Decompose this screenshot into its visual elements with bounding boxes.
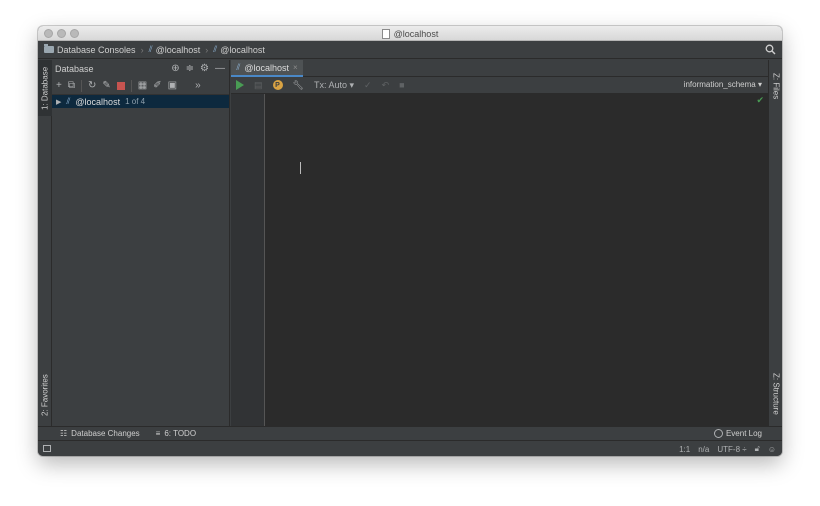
inspector-icon[interactable]: ☺ (768, 445, 776, 454)
expand-arrow-icon[interactable]: ▶ (56, 98, 61, 106)
target-icon[interactable]: ⊕ (171, 63, 179, 74)
add-icon[interactable]: + (56, 80, 62, 91)
window-title: @localhost (393, 28, 439, 39)
toolbar-divider (130, 79, 132, 92)
table-icon[interactable]: ▦ (138, 80, 147, 91)
pencil-icon[interactable]: ✐ (153, 80, 161, 91)
list-icon: ≡ (155, 429, 161, 438)
status-bar: 1:1 n/a UTF-8 ÷ 🔓︎ ☺ (38, 440, 782, 456)
bottom-tool-bar: ☷ Database Changes ≡ 6: TODO Event Log (38, 426, 782, 440)
encoding-status[interactable]: UTF-8 ÷ (717, 445, 746, 454)
datasource-icon: ⫽ (66, 96, 71, 106)
collapse-all-icon[interactable]: ≑ (186, 63, 194, 74)
edit-icon[interactable]: ✎ (102, 80, 110, 91)
left-tool-strip: 1: Database 2: Favorites (38, 60, 52, 426)
schema-label: information_schema (683, 80, 756, 89)
close-tab-icon[interactable]: × (293, 63, 298, 72)
panel-header-actions: ⊕ ≑ ⚙ — (171, 63, 225, 74)
toolbar-divider (80, 79, 82, 92)
commit-icon[interactable]: ✓ (364, 80, 372, 91)
editor-tab-label: @localhost (244, 62, 289, 73)
window-title-area: @localhost (38, 26, 782, 41)
tx-mode-label: Tx: Auto (313, 79, 347, 90)
event-log-icon (713, 429, 723, 438)
copy-icon[interactable]: ⧉ (68, 80, 75, 91)
inspection-ok-icon: ✔ (756, 95, 764, 105)
tree-item-localhost[interactable]: ▶ ⫽ @localhost 1 of 4 (52, 95, 229, 108)
hide-panel-icon[interactable]: — (215, 63, 225, 74)
database-panel-header: Database ⊕ ≑ ⚙ — (52, 60, 229, 77)
profile-badge[interactable]: P (272, 80, 283, 90)
lock-icon[interactable]: 🔓︎ (755, 444, 760, 454)
console-icon: ⫽ (236, 62, 241, 72)
breadcrumb-console[interactable]: ⫽ @localhost (213, 44, 265, 55)
editor-tab-localhost[interactable]: ⫽ @localhost × (231, 60, 303, 77)
editor-toolbar: ▤ P 🔧︎ Tx: Auto ▾ ✓ ↶ ■ information_sche… (231, 77, 768, 94)
stop-icon[interactable] (116, 81, 125, 90)
schema-selector[interactable]: information_schema ▾ (684, 80, 762, 89)
tool-tab-event-log[interactable]: Event Log (713, 429, 762, 438)
tool-tab-label: 6: TODO (164, 429, 197, 438)
tool-tab-label: Z: Structure (771, 373, 781, 415)
tool-tab-label: Database Changes (71, 429, 140, 438)
breadcrumb-database-consoles[interactable]: Database Consoles (44, 44, 136, 55)
toggle-tool-windows-icon[interactable] (43, 445, 51, 452)
sql-editor[interactable]: ✔ (265, 94, 768, 426)
refresh-icon[interactable]: ↻ (88, 80, 96, 91)
text-caret (300, 162, 301, 174)
tool-tab-favorites[interactable]: 2: Favorites (38, 366, 52, 424)
wrench-icon[interactable]: 🔧︎ (293, 80, 304, 91)
console-icon[interactable]: ▣ (168, 80, 177, 91)
tool-tab-label: Event Log (725, 429, 762, 438)
editor-tab-bar: ⫽ @localhost × (231, 60, 768, 77)
tool-tab-label: 2: Favorites (40, 374, 50, 416)
tree-item-label: @localhost (75, 96, 121, 107)
breadcrumb-separator: › (205, 44, 209, 55)
console-icon: ⫽ (213, 44, 218, 54)
tree-item-hint: 1 of 4 (125, 97, 146, 106)
breadcrumb-datasource[interactable]: ⫽ @localhost (149, 44, 201, 55)
rollback-icon[interactable]: ↶ (382, 80, 390, 91)
more-icon[interactable]: » (195, 80, 201, 91)
right-tool-strip: Z: Files Z: Structure (768, 60, 782, 426)
document-icon (381, 28, 390, 39)
breadcrumb-separator: › (140, 44, 144, 55)
tool-tab-database[interactable]: 1: Database (38, 60, 52, 116)
line-number-gutter (231, 94, 265, 426)
breadcrumb-label: @localhost (220, 44, 265, 55)
line-separator-status[interactable]: n/a (698, 445, 709, 454)
folder-icon (44, 44, 54, 53)
changes-icon: ☷ (60, 429, 68, 438)
panel-title: Database (55, 63, 94, 74)
tool-tab-label: 1: Database (40, 66, 50, 110)
database-panel-toolbar: + ⧉ ↻ ✎ ▦ ✐ ▣ » (52, 77, 229, 95)
breadcrumb-label: @localhost (155, 44, 201, 55)
gear-icon[interactable]: ⚙ (200, 63, 209, 74)
database-panel: Database ⊕ ≑ ⚙ — + ⧉ ↻ ✎ ▦ ✐ ▣ » ▶ ⫽ @lo… (52, 60, 230, 426)
tool-tab-structure[interactable]: Z: Structure (769, 364, 782, 424)
title-bar: @localhost (38, 26, 782, 41)
tool-tab-todo[interactable]: ≡ 6: TODO (156, 429, 196, 438)
ide-window: @localhost Database Consoles › ⫽ @localh… (38, 26, 782, 456)
cancel-query-icon[interactable]: ■ (399, 80, 404, 90)
explain-plan-icon[interactable]: ▤ (254, 80, 263, 91)
tool-tab-database-changes[interactable]: ☷ Database Changes (60, 429, 140, 438)
caret-position[interactable]: 1:1 (679, 445, 690, 454)
tool-tab-label: Z: Files (771, 72, 781, 100)
status-widgets: 1:1 n/a UTF-8 ÷ 🔓︎ ☺ (679, 444, 776, 454)
navigation-bar: Database Consoles › ⫽ @localhost › ⫽ @lo… (38, 41, 782, 59)
datasource-icon: ⫽ (148, 44, 153, 54)
run-icon[interactable] (236, 80, 244, 90)
tool-tab-files[interactable]: Z: Files (769, 64, 782, 108)
search-icon[interactable] (765, 44, 776, 55)
breadcrumb-label: Database Consoles (57, 44, 136, 55)
tx-mode-dropdown[interactable]: Tx: Auto ▾ (314, 80, 354, 91)
